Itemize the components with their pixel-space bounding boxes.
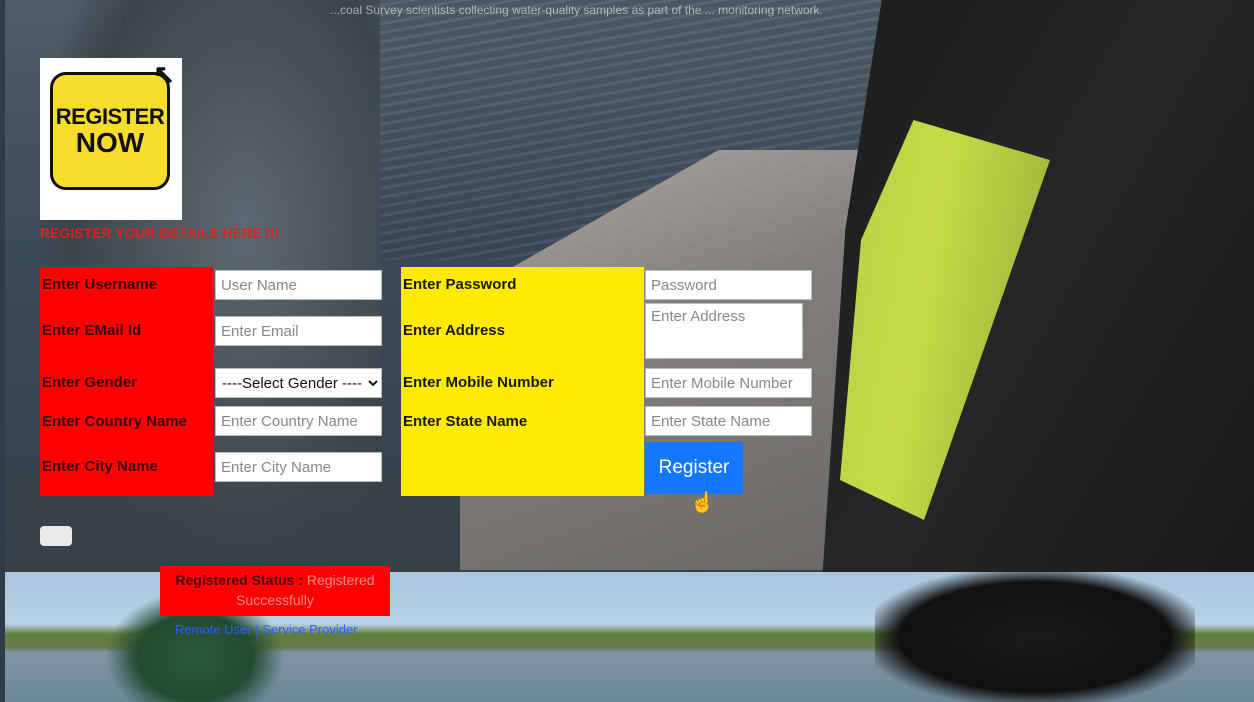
mobile-label: Enter Mobile Number xyxy=(403,374,554,391)
photo-caption: ...coal Survey scientists collecting wat… xyxy=(330,3,823,17)
background-person-bottom-right xyxy=(875,572,1195,702)
address-textarea[interactable] xyxy=(645,303,803,359)
email-input[interactable] xyxy=(215,316,382,346)
hand-cursor-icon: ☝ xyxy=(690,492,715,514)
city-input[interactable] xyxy=(215,452,382,482)
mobile-input[interactable] xyxy=(645,368,812,398)
small-white-button[interactable] xyxy=(40,526,72,546)
country-label: Enter Country Name xyxy=(42,413,188,430)
gender-select[interactable]: ----Select Gender ---- xyxy=(215,368,382,398)
form-title: REGISTER YOUR DETAILS HERE !!! xyxy=(40,225,280,241)
username-input[interactable] xyxy=(215,270,382,300)
country-input[interactable] xyxy=(215,406,382,436)
badge-line-register: REGISTER xyxy=(55,103,165,129)
register-now-badge: ↖ REGISTER NOW xyxy=(40,58,182,220)
city-label: Enter City Name xyxy=(42,458,158,475)
user-type-links[interactable]: Remote User | Service Provider xyxy=(175,622,358,637)
email-label: Enter EMail Id xyxy=(42,322,142,339)
register-now-sign: ↖ REGISTER NOW xyxy=(50,60,175,190)
registered-status-box: Registered Status : Registered Successfu… xyxy=(160,566,390,616)
badge-line-now: NOW xyxy=(75,126,145,158)
state-input[interactable] xyxy=(645,406,812,436)
register-button[interactable]: Register xyxy=(645,442,743,494)
password-label: Enter Password xyxy=(403,276,517,293)
username-label: Enter Username xyxy=(42,276,158,293)
gender-label: Enter Gender xyxy=(42,374,138,391)
status-label: Registered Status : xyxy=(175,572,303,588)
cursor-arrow-icon: ↖ xyxy=(153,59,175,89)
password-input[interactable] xyxy=(645,270,812,300)
state-label: Enter State Name xyxy=(403,413,528,430)
address-label: Enter Address xyxy=(403,322,505,339)
